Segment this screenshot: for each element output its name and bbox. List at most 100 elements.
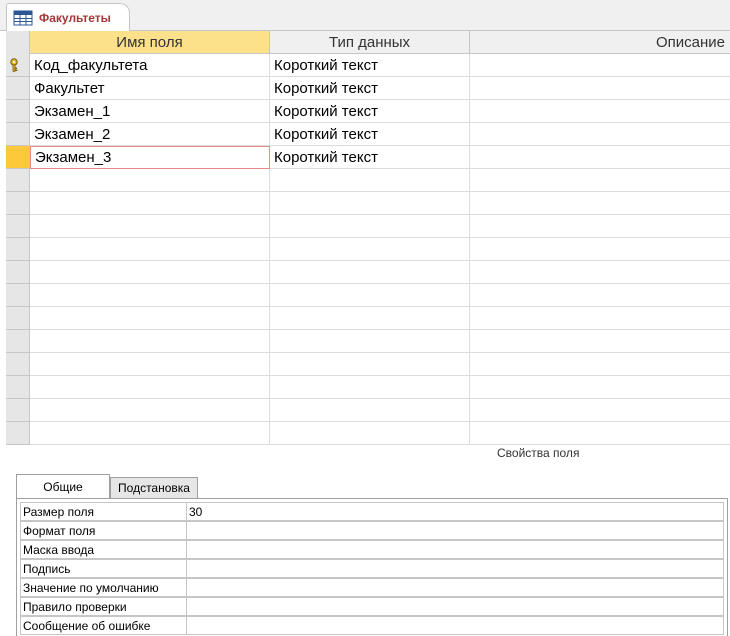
- description-cell[interactable]: [470, 284, 730, 307]
- description-cell[interactable]: [470, 192, 730, 215]
- data-type-cell[interactable]: [270, 215, 470, 238]
- description-cell[interactable]: [470, 307, 730, 330]
- description-cell[interactable]: [470, 169, 730, 192]
- table-icon: [13, 10, 33, 26]
- data-type-cell[interactable]: Короткий текст: [270, 54, 470, 77]
- data-type-cell[interactable]: Короткий текст: [270, 77, 470, 100]
- field-name-cell[interactable]: Код_факультета: [30, 54, 270, 77]
- row-selector[interactable]: [6, 399, 30, 422]
- empty-table-row[interactable]: [6, 353, 730, 376]
- empty-table-row[interactable]: [6, 330, 730, 353]
- row-selector[interactable]: [6, 261, 30, 284]
- data-type-cell[interactable]: [270, 261, 470, 284]
- row-selector[interactable]: [6, 54, 30, 77]
- row-selector[interactable]: [6, 330, 30, 353]
- table-row[interactable]: Код_факультета Короткий текст: [6, 54, 730, 77]
- property-value-input[interactable]: [186, 578, 724, 597]
- field-name-cell[interactable]: Экзамен_1: [30, 100, 270, 123]
- description-cell[interactable]: [470, 238, 730, 261]
- table-design-grid: Имя поля Тип данных Описание Код_факульт…: [6, 31, 730, 445]
- data-type-cell[interactable]: [270, 238, 470, 261]
- description-cell[interactable]: [470, 399, 730, 422]
- field-name-cell[interactable]: Экзамен_2: [30, 123, 270, 146]
- row-selector[interactable]: [6, 353, 30, 376]
- data-type-cell[interactable]: [270, 284, 470, 307]
- field-name-cell[interactable]: [30, 284, 270, 307]
- tab-fakultety[interactable]: Факультеты: [6, 3, 130, 32]
- empty-table-row[interactable]: [6, 307, 730, 330]
- column-header-description[interactable]: Описание: [470, 31, 730, 54]
- data-type-cell[interactable]: [270, 330, 470, 353]
- data-type-cell[interactable]: [270, 422, 470, 445]
- row-selector[interactable]: [6, 123, 30, 146]
- field-name-cell[interactable]: [30, 169, 270, 192]
- data-type-cell[interactable]: [270, 307, 470, 330]
- empty-table-row[interactable]: [6, 284, 730, 307]
- table-row[interactable]: Экзамен_2 Короткий текст: [6, 123, 730, 146]
- column-header-data-type[interactable]: Тип данных: [270, 31, 470, 54]
- description-cell[interactable]: [470, 77, 730, 100]
- field-name-cell[interactable]: [30, 399, 270, 422]
- empty-table-row[interactable]: [6, 238, 730, 261]
- data-type-cell[interactable]: [270, 192, 470, 215]
- data-type-cell[interactable]: [270, 399, 470, 422]
- description-cell[interactable]: [470, 330, 730, 353]
- description-cell[interactable]: [470, 261, 730, 284]
- data-type-cell[interactable]: [270, 353, 470, 376]
- field-name-cell[interactable]: [30, 261, 270, 284]
- description-cell[interactable]: [470, 215, 730, 238]
- row-selector[interactable]: [6, 146, 30, 169]
- row-selector[interactable]: [6, 307, 30, 330]
- row-selector[interactable]: [6, 192, 30, 215]
- data-type-cell[interactable]: [270, 376, 470, 399]
- data-type-cell[interactable]: Короткий текст: [270, 146, 470, 169]
- description-cell[interactable]: [470, 146, 730, 169]
- field-name-cell[interactable]: [30, 330, 270, 353]
- column-header-field-name[interactable]: Имя поля: [30, 31, 270, 54]
- empty-table-row[interactable]: [6, 376, 730, 399]
- property-value-input[interactable]: [186, 616, 724, 635]
- data-type-cell[interactable]: Короткий текст: [270, 100, 470, 123]
- field-name-cell[interactable]: Факультет: [30, 77, 270, 100]
- property-value-input[interactable]: [186, 521, 724, 540]
- description-cell[interactable]: [470, 422, 730, 445]
- row-selector[interactable]: [6, 100, 30, 123]
- row-selector[interactable]: [6, 238, 30, 261]
- field-name-cell[interactable]: [30, 215, 270, 238]
- table-row[interactable]: Экзамен_3 Короткий текст: [6, 146, 730, 169]
- empty-table-row[interactable]: [6, 422, 730, 445]
- row-selector[interactable]: [6, 215, 30, 238]
- field-name-cell[interactable]: [30, 192, 270, 215]
- field-name-cell[interactable]: [30, 353, 270, 376]
- table-row[interactable]: Факультет Короткий текст: [6, 77, 730, 100]
- property-value-input[interactable]: [186, 597, 724, 616]
- row-selector[interactable]: [6, 422, 30, 445]
- property-value-input[interactable]: [186, 540, 724, 559]
- description-cell[interactable]: [470, 376, 730, 399]
- description-cell[interactable]: [470, 54, 730, 77]
- property-value-input[interactable]: [186, 559, 724, 578]
- row-selector[interactable]: [6, 284, 30, 307]
- tab-lookup[interactable]: Подстановка: [110, 477, 198, 499]
- description-cell[interactable]: [470, 100, 730, 123]
- field-name-cell[interactable]: [30, 422, 270, 445]
- field-name-cell[interactable]: Экзамен_3: [30, 146, 270, 169]
- field-name-cell[interactable]: [30, 307, 270, 330]
- empty-table-row[interactable]: [6, 192, 730, 215]
- table-row[interactable]: Экзамен_1 Короткий текст: [6, 100, 730, 123]
- data-type-cell[interactable]: [270, 169, 470, 192]
- row-selector[interactable]: [6, 376, 30, 399]
- empty-table-row[interactable]: [6, 169, 730, 192]
- empty-table-row[interactable]: [6, 215, 730, 238]
- field-name-cell[interactable]: [30, 238, 270, 261]
- data-type-cell[interactable]: Короткий текст: [270, 123, 470, 146]
- row-selector[interactable]: [6, 77, 30, 100]
- row-selector[interactable]: [6, 169, 30, 192]
- property-value-input[interactable]: 30: [186, 502, 724, 521]
- description-cell[interactable]: [470, 123, 730, 146]
- empty-table-row[interactable]: [6, 399, 730, 422]
- empty-table-row[interactable]: [6, 261, 730, 284]
- description-cell[interactable]: [470, 353, 730, 376]
- tab-general[interactable]: Общие: [16, 474, 110, 499]
- field-name-cell[interactable]: [30, 376, 270, 399]
